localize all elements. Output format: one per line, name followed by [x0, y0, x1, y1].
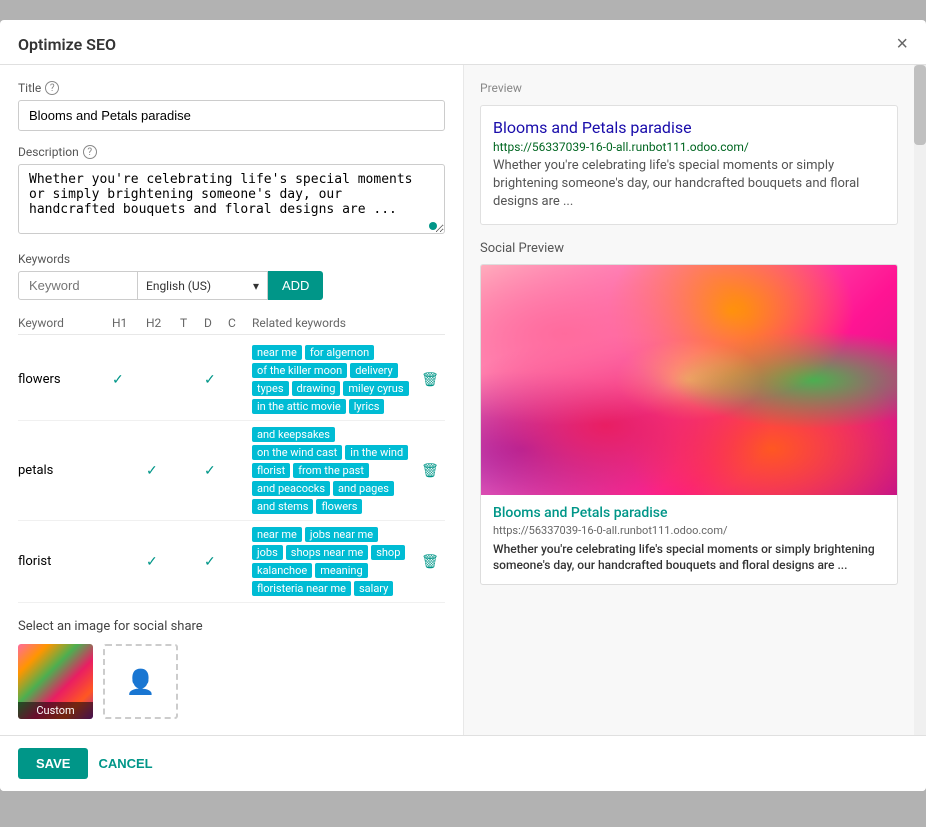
- seo-preview-url: https://56337039-16-0-all.runbot111.odoo…: [493, 140, 885, 154]
- add-image-placeholder[interactable]: 👤: [103, 644, 178, 719]
- modal-footer: SAVE CANCEL: [0, 735, 926, 791]
- table-header: Keyword H1 H2 T D C Related keywords: [18, 312, 445, 335]
- image-options: Custom 👤: [18, 644, 445, 719]
- chevron-down-icon: ▾: [253, 279, 259, 293]
- social-preview-image: [481, 265, 897, 495]
- tags-flowers: near me for algernon of the killer moon …: [252, 345, 411, 414]
- keywords-section: Keywords English (US) ▾ ADD Keyword: [18, 252, 445, 603]
- description-label: Description ?: [18, 145, 445, 159]
- save-button[interactable]: SAVE: [18, 748, 88, 779]
- social-card-body: Blooms and Petals paradise https://56337…: [481, 495, 897, 585]
- social-preview-card: Blooms and Petals paradise https://56337…: [480, 264, 898, 586]
- description-help-icon[interactable]: ?: [83, 145, 97, 159]
- table-row: flowers ✓ ✓ near me for algernon of the …: [18, 339, 445, 421]
- modal-title: Optimize SEO: [18, 35, 116, 54]
- modal-header: Optimize SEO ×: [0, 20, 926, 65]
- seo-preview-title: Blooms and Petals paradise: [493, 118, 885, 137]
- preview-label: Preview: [480, 81, 898, 95]
- tags-petals: and keepsakes on the wind cast in the wi…: [252, 427, 411, 514]
- add-image-icon: 👤: [126, 668, 156, 696]
- h2-check-florist: ✓: [146, 554, 176, 570]
- tags-florist: near me jobs near me jobs shops near me …: [252, 527, 411, 596]
- optimize-seo-modal: Optimize SEO × Title ? Description: [0, 20, 926, 791]
- social-preview-label: Social Preview: [480, 241, 898, 256]
- cancel-button[interactable]: CANCEL: [98, 756, 152, 771]
- social-card-title: Blooms and Petals paradise: [493, 505, 885, 521]
- social-card-url: https://56337039-16-0-all.runbot111.odoo…: [493, 524, 885, 537]
- title-help-icon[interactable]: ?: [45, 81, 59, 95]
- social-card-desc: Whether you're celebrating life's specia…: [493, 541, 885, 575]
- table-row: florist ✓ ✓ near me jobs near me jobs sh…: [18, 521, 445, 603]
- keywords-table: Keyword H1 H2 T D C Related keywords flo…: [18, 312, 445, 603]
- d-check-flowers: ✓: [204, 372, 224, 388]
- delete-florist-icon[interactable]: 🗑: [415, 554, 445, 570]
- description-field-group: Description ?: [18, 145, 445, 238]
- title-input[interactable]: [18, 100, 445, 131]
- description-textarea-wrapper: [18, 164, 445, 238]
- seo-preview-desc: Whether you're celebrating life's specia…: [493, 157, 885, 212]
- custom-image-thumb[interactable]: Custom: [18, 644, 93, 719]
- h1-check-flowers: ✓: [112, 372, 142, 388]
- description-dot: [429, 222, 437, 230]
- scrollbar-thumb[interactable]: [914, 65, 926, 145]
- delete-flowers-icon[interactable]: 🗑: [415, 372, 445, 388]
- keywords-label: Keywords: [18, 252, 445, 266]
- seo-preview: Blooms and Petals paradise https://56337…: [480, 105, 898, 225]
- custom-image-label: Custom: [18, 702, 93, 719]
- left-panel: Title ? Description ?: [0, 65, 464, 735]
- d-check-petals: ✓: [204, 463, 224, 479]
- description-textarea[interactable]: [18, 164, 445, 234]
- close-button[interactable]: ×: [896, 34, 908, 54]
- flower-mosaic: [481, 265, 897, 495]
- add-keyword-button[interactable]: ADD: [268, 271, 323, 300]
- social-image-section: Select an image for social share Custom …: [18, 619, 445, 719]
- social-image-label: Select an image for social share: [18, 619, 445, 634]
- delete-petals-icon[interactable]: 🗑: [415, 463, 445, 479]
- keyword-input[interactable]: [18, 271, 138, 300]
- title-label: Title ?: [18, 81, 445, 95]
- right-panel: Preview Blooms and Petals paradise https…: [464, 65, 914, 735]
- scrollbar[interactable]: [914, 65, 926, 735]
- d-check-florist: ✓: [204, 554, 224, 570]
- h2-check-petals: ✓: [146, 463, 176, 479]
- title-field-group: Title ?: [18, 81, 445, 131]
- table-row: petals ✓ ✓ and keepsakes on the wind cas…: [18, 421, 445, 521]
- language-select[interactable]: English (US) ▾: [138, 271, 268, 300]
- keyword-input-row: English (US) ▾ ADD: [18, 271, 445, 300]
